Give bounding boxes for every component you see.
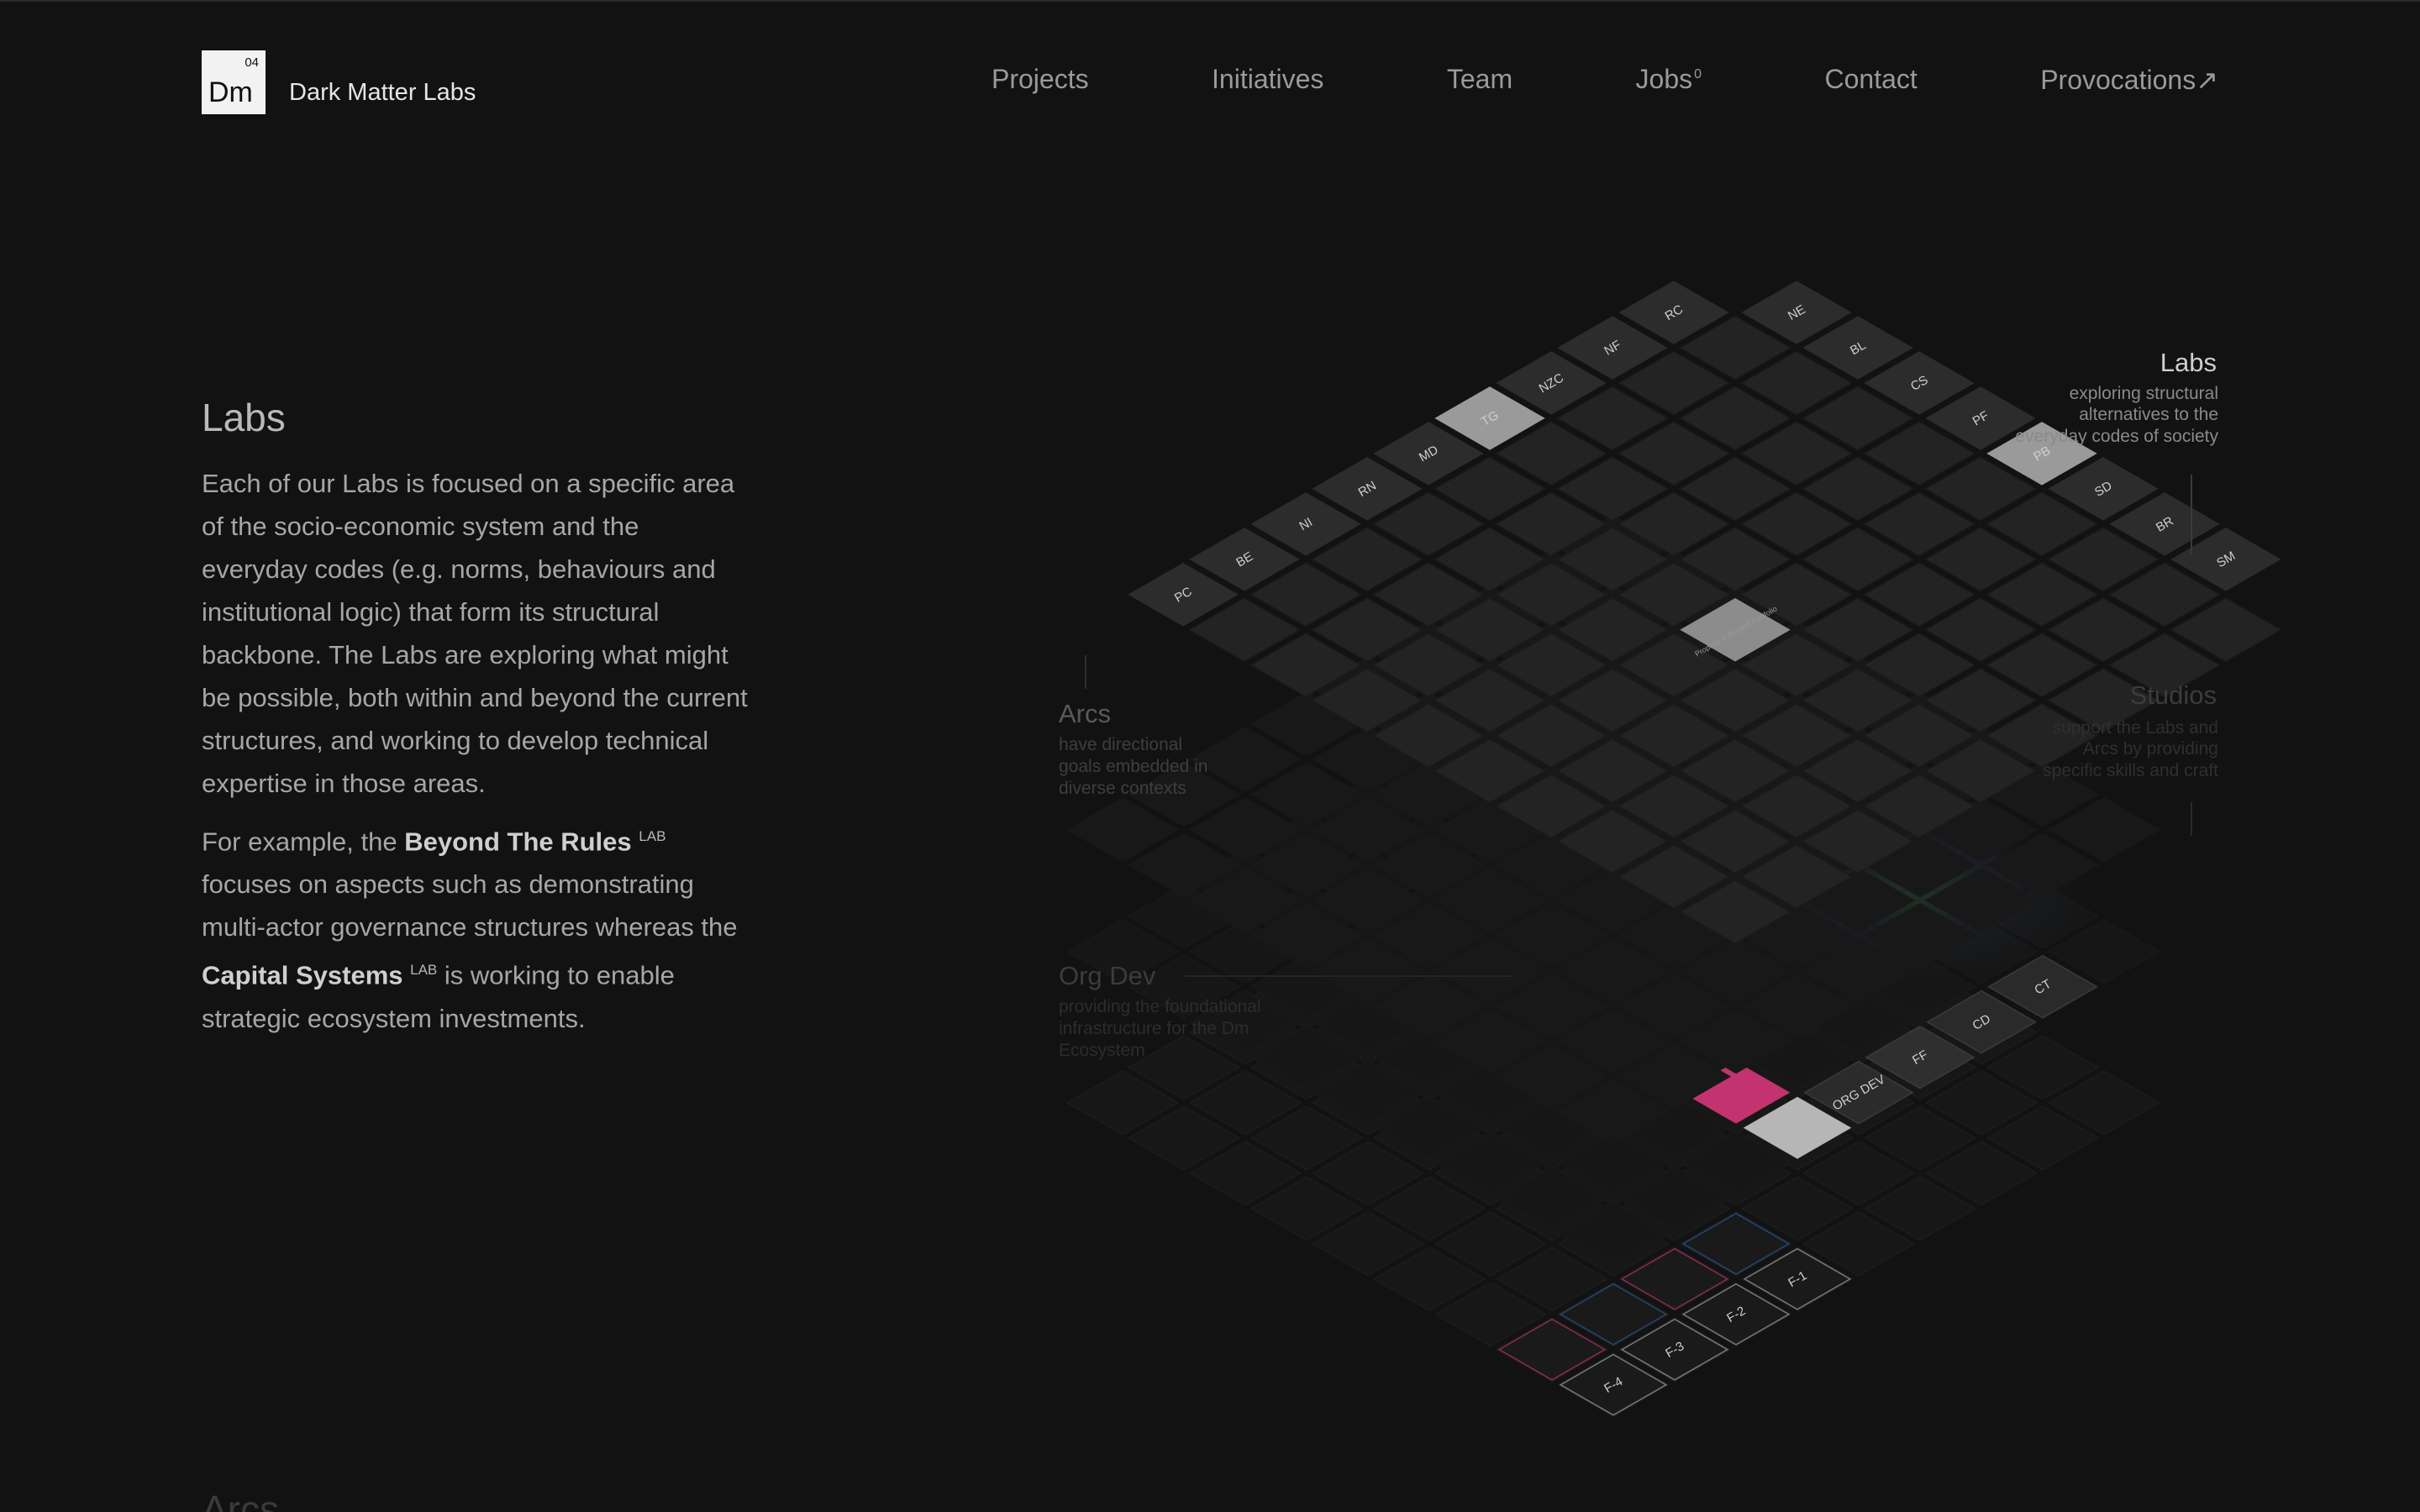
labs-label-sub: alternatives to the [2079,405,2218,424]
studios-label-sub: specific skills and craft [2043,761,2218,780]
orgdev-label-sub: infrastructure for the Dm [1059,1019,1249,1038]
orgdev-label-sub: Ecosystem [1059,1041,1145,1060]
arcs-label-sub: goals embedded in [1059,757,1207,776]
labs-label-sub: exploring structural [2070,384,2218,403]
labs-label-sub: everyday codes of society [2015,427,2218,446]
arcs-label-sub: diverse contexts [1059,779,1186,798]
arcs-label-sub: have directional [1059,735,1182,754]
arcs-label-title: Arcs [1059,699,1111,728]
studios-label-sub: support the Labs and [2053,718,2218,738]
orgdev-label-title: Org Dev [1059,961,1156,990]
orgdev-label-sub: providing the foundational [1059,997,1261,1016]
studios-label-title: Studios [2130,680,2217,710]
labs-label-title: Labs [2160,348,2217,377]
studios-label-sub: Arcs by providing [2083,739,2218,759]
page: 04 Dm Dark Matter Labs Projects Initiati… [0,0,2420,1512]
isometric-diagram: F-1F-2F-3F-4 CTCDFFORG DEV Property & Be… [1059,281,2283,1418]
